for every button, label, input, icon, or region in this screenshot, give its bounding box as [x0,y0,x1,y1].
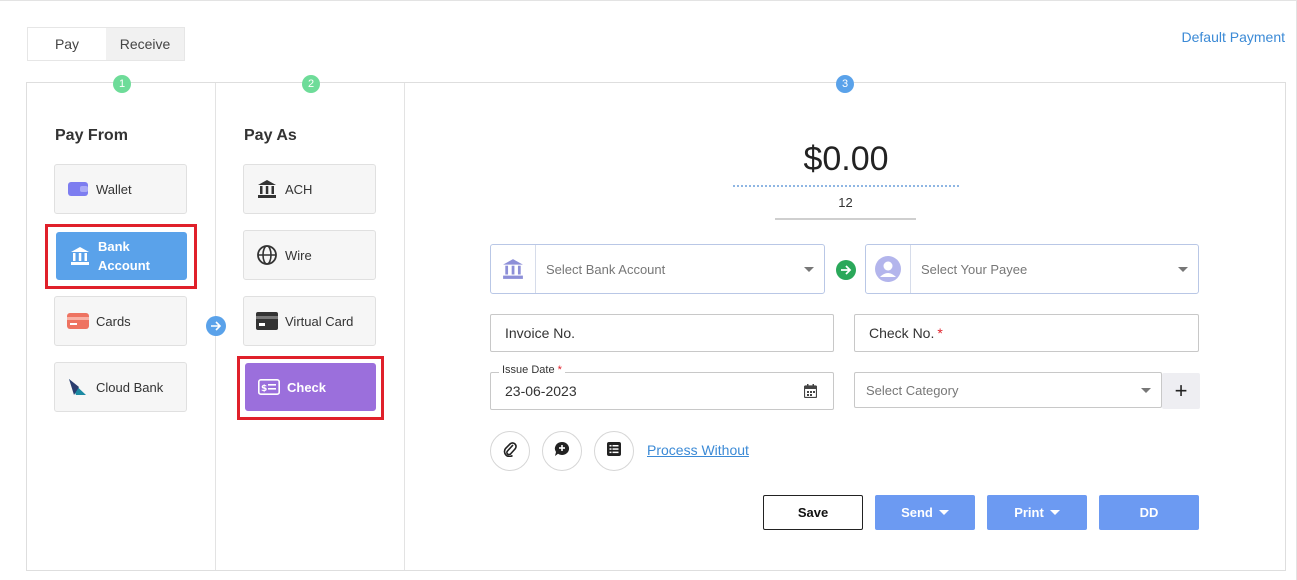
option-label: Wallet [96,181,132,197]
bank-icon [256,179,278,199]
globe-icon [256,245,278,265]
pay-as-check[interactable]: $ Check [245,363,376,411]
category-placeholder: Select Category [866,382,959,398]
bank-icon [491,245,536,293]
issue-date-value: 23-06-2023 [505,383,577,399]
check-placeholder: Check No. [869,325,935,341]
step-3-badge: 3 [836,75,854,93]
pay-as-title: Pay As [244,127,297,144]
pay-from-bank-account[interactable]: Bank Account [56,232,187,280]
check-icon: $ [258,377,280,397]
tab-receive[interactable]: Receive [106,28,184,60]
tab-pay[interactable]: Pay [28,28,106,60]
payee-select[interactable]: Select Your Payee [865,244,1199,294]
chevron-down-icon [1141,388,1151,393]
dd-button[interactable]: DD [1099,495,1199,530]
pay-from-cards[interactable]: Cards [54,296,187,346]
send-label: Send [901,505,933,520]
paperclip-icon [503,441,517,462]
chevron-down-icon [938,510,949,515]
pay-as-wire[interactable]: Wire [243,230,376,280]
option-label: Bank Account [98,239,150,273]
attach-button[interactable] [490,431,530,471]
print-label: Print [1014,505,1044,520]
chevron-down-icon [804,266,814,272]
details-button[interactable] [594,431,634,471]
payee-select-placeholder: Select Your Payee [921,261,1028,277]
wallet-icon [67,179,89,199]
required-mark: * [557,364,562,376]
amount-sub-field[interactable]: 12 [775,195,916,220]
option-label: Wire [285,247,312,263]
send-button[interactable]: Send [875,495,975,530]
user-avatar-icon [866,245,911,293]
pay-from-cloud-bank[interactable]: Cloud Bank [54,362,187,412]
issue-date-label: Issue Date * [499,364,565,376]
pay-from-wallet[interactable]: Wallet [54,164,187,214]
calendar-icon[interactable] [803,384,818,401]
cloud-bank-icon [67,377,89,397]
pay-as-ach[interactable]: ACH [243,164,376,214]
arrow-right-icon [836,260,856,280]
chevron-down-icon [1178,266,1188,272]
payment-wizard: 1 2 3 Pay From Wallet Bank Account Cards [26,75,1286,571]
process-without-link[interactable]: Process Without [647,442,749,458]
chevron-down-icon [1049,510,1060,515]
comment-add-icon [554,441,570,462]
payment-page: Pay Receive Default Payment 1 2 3 Pay Fr… [0,0,1297,580]
arrow-right-icon [206,316,226,336]
invoice-number-field[interactable]: Invoice No. [490,314,834,352]
default-payment-link[interactable]: Default Payment [1182,29,1286,45]
add-category-button[interactable]: + [1162,373,1200,409]
required-mark: * [937,325,943,341]
virtual-card-icon [256,311,278,331]
step-2-badge: 2 [302,75,320,93]
option-label: Cards [96,313,131,329]
save-button[interactable]: Save [763,495,863,530]
print-button[interactable]: Print [987,495,1087,530]
amount-display[interactable]: $0.00 [733,140,959,187]
step-1-badge: 1 [113,75,131,93]
category-select[interactable]: Select Category [854,372,1162,408]
check-number-field[interactable]: Check No. * [854,314,1199,352]
bank-account-select[interactable]: Select Bank Account [490,244,825,294]
option-label: ACH [285,181,313,197]
bank-icon [69,246,91,266]
option-label: Virtual Card [285,313,354,329]
pay-from-title: Pay From [55,127,128,144]
pay-receive-tabs: Pay Receive [27,27,185,61]
comment-button[interactable] [542,431,582,471]
list-icon [607,441,621,461]
svg-text:$: $ [261,384,267,394]
option-label: Cloud Bank [96,379,164,395]
bank-select-placeholder: Select Bank Account [546,261,666,277]
issue-date-field[interactable]: Issue Date * 23-06-2023 [490,364,834,410]
option-label: Check [287,379,327,395]
issue-date-label-text: Issue Date [502,364,555,376]
invoice-placeholder: Invoice No. [505,325,576,341]
column-divider [404,83,405,570]
pay-as-virtual-card[interactable]: Virtual Card [243,296,376,346]
card-icon [67,311,89,331]
